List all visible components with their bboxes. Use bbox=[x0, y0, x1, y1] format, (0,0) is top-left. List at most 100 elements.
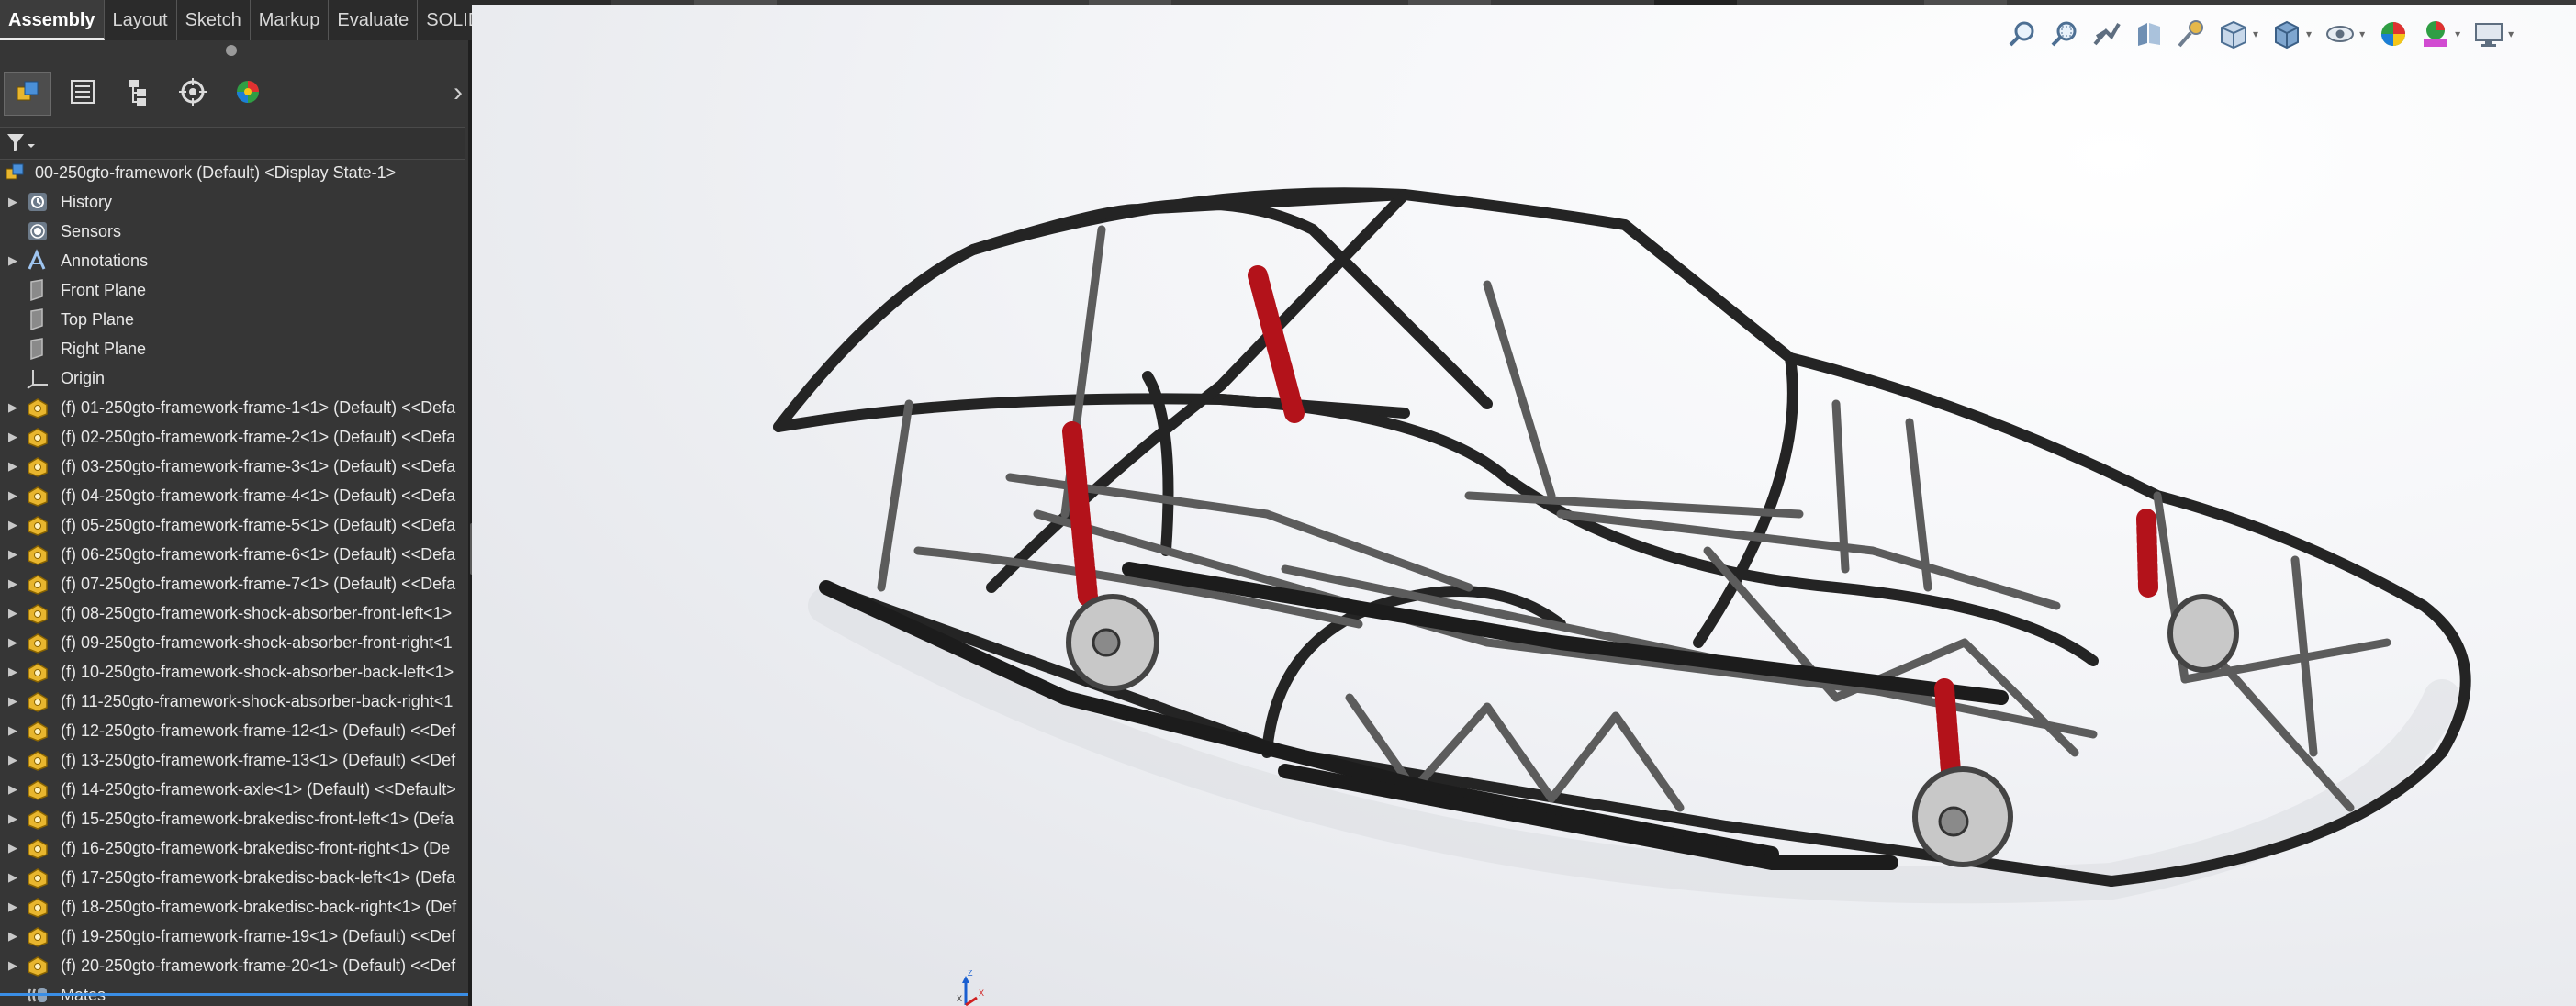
root-assembly-icon bbox=[4, 160, 31, 185]
dropdown-caret-icon[interactable]: ▾ bbox=[2253, 28, 2258, 40]
expand-arrow-icon[interactable]: ▶ bbox=[0, 892, 26, 922]
chassis-model-view[interactable] bbox=[472, 5, 2576, 1006]
tree-item[interactable]: ▶ (f) 11-250gto-framework-shock-absorber-… bbox=[0, 687, 468, 716]
expand-arrow-icon[interactable]: ▶ bbox=[0, 598, 26, 628]
tab-assembly[interactable]: Assembly bbox=[0, 0, 105, 40]
tree-item[interactable]: ▶ (f) 19-250gto-framework-frame-19<1> (De… bbox=[0, 922, 468, 951]
tree-item[interactable]: ▶ (f) 01-250gto-framework-frame-1<1> (Def… bbox=[0, 393, 468, 422]
sensor-icon bbox=[26, 218, 53, 244]
origin-icon bbox=[26, 365, 53, 391]
expand-arrow-icon[interactable]: ▶ bbox=[0, 951, 26, 980]
feature-manager-panel: › 00-250gto-framework (Default) <Display… bbox=[0, 40, 468, 1006]
configurationmanager-tab[interactable] bbox=[114, 72, 162, 116]
tree-item[interactable]: ▶ (f) 20-250gto-framework-frame-20<1> (De… bbox=[0, 951, 468, 980]
expand-arrow-icon[interactable]: ▶ bbox=[0, 745, 26, 775]
zoom-to-fit-icon[interactable] bbox=[2005, 17, 2040, 51]
expand-arrow-icon[interactable]: ▶ bbox=[0, 628, 26, 657]
part-icon bbox=[26, 630, 53, 655]
tree-item[interactable]: ▶ (f) 15-250gto-framework-brakedisc-front… bbox=[0, 804, 468, 833]
tree-item[interactable]: ▶ (f) 12-250gto-framework-frame-12<1> (De… bbox=[0, 716, 468, 745]
expand-arrow-icon[interactable]: ▶ bbox=[0, 246, 26, 275]
dropdown-caret-icon[interactable]: ▾ bbox=[2306, 28, 2312, 40]
tab-markup[interactable]: Markup bbox=[251, 0, 330, 40]
expand-arrow-icon[interactable]: ▶ bbox=[0, 510, 26, 540]
tree-item[interactable]: ▶ Annotations bbox=[0, 246, 468, 275]
propertymanager-tab[interactable] bbox=[59, 72, 106, 116]
expand-arrow-icon[interactable]: ▶ bbox=[0, 863, 26, 892]
tree-item[interactable]: ▶ (f) 14-250gto-framework-axle<1> (Defaul… bbox=[0, 775, 468, 804]
expand-arrow-icon[interactable]: ▶ bbox=[0, 804, 26, 833]
dropdown-caret-icon[interactable]: ▾ bbox=[2359, 28, 2365, 40]
tree-item-label: (f) 16-250gto-framework-brakedisc-front-… bbox=[61, 838, 451, 857]
zoom-to-area-icon[interactable] bbox=[2047, 17, 2082, 51]
tree-item[interactable]: ▶ History bbox=[0, 187, 468, 217]
dynamic-annotation-icon[interactable] bbox=[2174, 17, 2209, 51]
expand-arrow-icon[interactable]: ▶ bbox=[0, 716, 26, 745]
tree-item[interactable]: ▶ (f) 02-250gto-framework-frame-2<1> (Def… bbox=[0, 422, 468, 452]
view-settings-icon[interactable] bbox=[2471, 17, 2506, 51]
filter-icon[interactable] bbox=[6, 131, 39, 160]
tree-item[interactable]: ▶ (f) 04-250gto-framework-frame-4<1> (Def… bbox=[0, 481, 468, 510]
section-view-icon[interactable] bbox=[2132, 17, 2167, 51]
expand-arrow-icon[interactable]: ▶ bbox=[0, 540, 26, 569]
tree-item[interactable]: ▶ (f) 18-250gto-framework-brakedisc-back-… bbox=[0, 892, 468, 922]
tree-item[interactable]: Origin bbox=[0, 363, 468, 393]
tree-item[interactable]: ▶ (f) 17-250gto-framework-brakedisc-back-… bbox=[0, 863, 468, 892]
apply-scene-icon[interactable] bbox=[2418, 17, 2453, 51]
hide-show-items-icon[interactable] bbox=[2323, 17, 2358, 51]
part-icon bbox=[26, 806, 53, 832]
tree-item[interactable]: ▶ (f) 07-250gto-framework-frame-7<1> (Def… bbox=[0, 569, 468, 598]
tree-item[interactable]: ▶ (f) 09-250gto-framework-shock-absorber-… bbox=[0, 628, 468, 657]
expand-arrow-icon[interactable]: ▶ bbox=[0, 569, 26, 598]
edit-appearance-icon[interactable] bbox=[2376, 17, 2411, 51]
tree-root-item[interactable]: 00-250gto-framework (Default) <Display S… bbox=[0, 158, 468, 187]
expand-arrow-icon[interactable]: ▶ bbox=[0, 922, 26, 951]
expand-arrow-icon[interactable]: ▶ bbox=[0, 775, 26, 804]
expand-arrow-icon[interactable]: ▶ bbox=[0, 687, 26, 716]
expand-arrow-icon[interactable]: ▶ bbox=[0, 187, 26, 217]
previous-view-icon[interactable] bbox=[2089, 17, 2124, 51]
tree-item-label: (f) 14-250gto-framework-axle<1> (Default… bbox=[61, 779, 456, 799]
collapse-handle[interactable] bbox=[226, 45, 237, 56]
tree-item[interactable]: ▶ (f) 06-250gto-framework-frame-6<1> (Def… bbox=[0, 540, 468, 569]
tab-sketch[interactable]: Sketch bbox=[177, 0, 251, 40]
expand-arrow-icon[interactable]: ▶ bbox=[0, 833, 26, 863]
part-icon bbox=[26, 395, 53, 420]
tree-item[interactable]: ▶ (f) 16-250gto-framework-brakedisc-front… bbox=[0, 833, 468, 863]
target-icon bbox=[177, 76, 208, 112]
tree-bottom-rollback-bar[interactable] bbox=[0, 993, 468, 996]
expand-arrow-icon[interactable]: ▶ bbox=[0, 481, 26, 510]
dropdown-caret-icon[interactable]: ▾ bbox=[2455, 28, 2460, 40]
view-orientation-icon[interactable] bbox=[2216, 17, 2251, 51]
graphics-area[interactable]: ▾ ▾ ▾ ▾ ▾ X X Z bbox=[472, 5, 2576, 1006]
featuremanager-tab[interactable] bbox=[4, 72, 51, 116]
tree-item[interactable]: Front Plane bbox=[0, 275, 468, 305]
part-icon bbox=[26, 747, 53, 773]
property-list-icon bbox=[67, 76, 98, 112]
tree-item[interactable]: Sensors bbox=[0, 217, 468, 246]
panel-tab-strip: › bbox=[0, 64, 468, 123]
expand-arrow-icon[interactable]: ▶ bbox=[0, 422, 26, 452]
tree-item[interactable]: Top Plane bbox=[0, 305, 468, 334]
display-style-icon[interactable] bbox=[2269, 17, 2304, 51]
tree-item[interactable]: Right Plane bbox=[0, 334, 468, 363]
dropdown-caret-icon[interactable]: ▾ bbox=[2508, 28, 2514, 40]
tab-layout[interactable]: Layout bbox=[105, 0, 177, 40]
part-icon bbox=[26, 424, 53, 450]
tree-item[interactable]: ▶ (f) 03-250gto-framework-frame-3<1> (Def… bbox=[0, 452, 468, 481]
tree-item[interactable]: ▶ (f) 05-250gto-framework-frame-5<1> (Def… bbox=[0, 510, 468, 540]
dimxpert-tab[interactable] bbox=[169, 72, 217, 116]
tree-item[interactable]: ▶ (f) 13-250gto-framework-frame-13<1> (De… bbox=[0, 745, 468, 775]
tree-item[interactable]: ▶ (f) 08-250gto-framework-shock-absorber-… bbox=[0, 598, 468, 628]
panel-tabs-next-arrow[interactable]: › bbox=[454, 77, 463, 108]
displaymanager-tab[interactable] bbox=[224, 72, 272, 116]
history-icon bbox=[26, 189, 53, 215]
expand-arrow-icon[interactable]: ▶ bbox=[0, 393, 26, 422]
tab-evaluate[interactable]: Evaluate bbox=[329, 0, 419, 40]
tree-item[interactable]: ▶ (f) 10-250gto-framework-shock-absorber-… bbox=[0, 657, 468, 687]
part-icon bbox=[26, 718, 53, 743]
expand-arrow-icon[interactable]: ▶ bbox=[0, 452, 26, 481]
feature-tree: 00-250gto-framework (Default) <Display S… bbox=[0, 158, 468, 1006]
expand-arrow-icon[interactable]: ▶ bbox=[0, 657, 26, 687]
